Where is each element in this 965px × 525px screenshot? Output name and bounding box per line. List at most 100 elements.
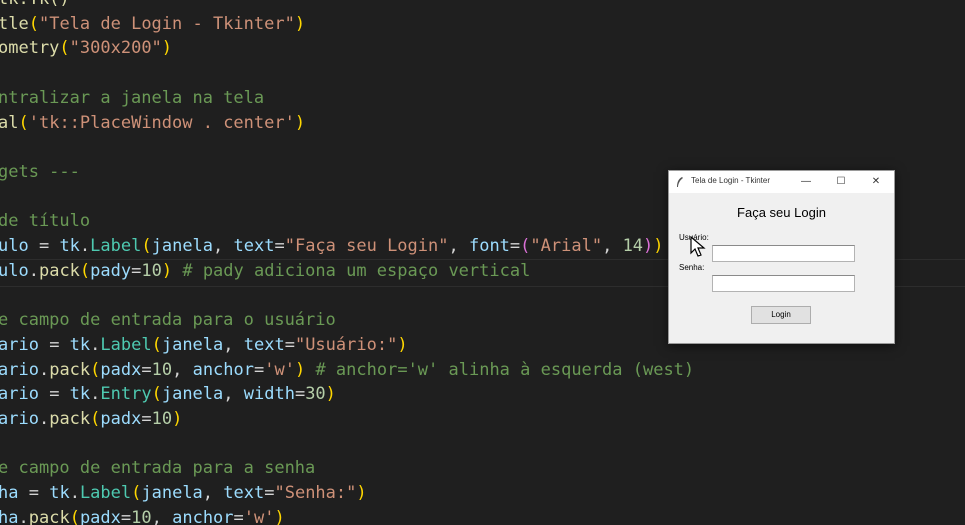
code-token: ( [28, 13, 39, 34]
code-token: = [141, 408, 152, 429]
code-token: ( [141, 236, 152, 256]
code-token: ) [161, 260, 173, 281]
code-token: e campo de entrada para a senha [0, 458, 316, 479]
code-token: Entry [100, 384, 152, 405]
code-token: 'w' [264, 359, 295, 380]
code-token: ( [69, 507, 80, 525]
code-token: e campo de entrada para o usuário [0, 310, 336, 331]
code-token: = [38, 334, 70, 355]
code-token: ulo [0, 260, 29, 281]
minimize-icon[interactable]: — [798, 174, 814, 190]
code-token: ometry [0, 38, 60, 59]
code-token: ( [90, 408, 101, 429]
code-token: tk [69, 334, 91, 355]
code-token: ( [79, 260, 91, 281]
code-token: anchor [172, 507, 234, 525]
code-token: 'tk::PlaceWindow . center' [28, 112, 295, 133]
code-token: "Tela de Login - Tkinter" [38, 13, 295, 34]
code-token: ( [151, 384, 162, 405]
code-token: "Usuário:" [294, 334, 398, 355]
code-token: ario [0, 384, 39, 405]
code-line: tk.Tk() [0, 0, 70, 12]
code-token: = [28, 236, 60, 256]
code-token: . [28, 260, 39, 281]
code-line: al('tk::PlaceWindow . center') [0, 111, 305, 136]
code-token: text [243, 334, 285, 355]
code-token: ) [274, 507, 285, 525]
code-token: "Arial" [530, 236, 603, 256]
code-token: = [294, 384, 306, 405]
code-token: = [38, 384, 70, 405]
code-token: . [18, 507, 29, 525]
code-token: ario [0, 334, 39, 355]
code-token: # anchor='w' alinha à esquerda (west) [305, 359, 695, 380]
code-token: ( [520, 236, 531, 256]
code-token: 10 [141, 260, 162, 281]
code-line: ometry("300x200") [0, 36, 172, 61]
code-token: ha [0, 507, 19, 525]
code-token: . [69, 483, 80, 503]
password-entry[interactable] [712, 275, 855, 292]
code-token: "Faça seu Login" [284, 236, 449, 256]
code-line: ulo = tk.Label(janela, text="Faça seu Lo… [0, 234, 664, 259]
code-line: de título [0, 209, 90, 234]
code-token: , [448, 236, 469, 256]
code-token: , [151, 507, 173, 525]
code-line: ario = tk.Label(janela, text="Usuário:") [0, 333, 408, 358]
code-token: "Senha:" [274, 483, 357, 503]
code-line: e campo de entrada para a senha [0, 456, 315, 481]
code-token: 10 [151, 408, 173, 429]
code-token: # pady adiciona um espaço vertical [172, 260, 531, 281]
code-token: , [602, 236, 623, 256]
login-button[interactable]: Login [751, 306, 811, 324]
code-token: janela [161, 384, 224, 405]
code-token: ) [294, 112, 306, 133]
code-token: . [38, 359, 50, 380]
code-token: Label [90, 236, 142, 256]
code-token: pady [90, 260, 132, 281]
code-line: ha = tk.Label(janela, text="Senha:") [0, 481, 367, 506]
code-token: pack [28, 507, 70, 525]
maximize-icon[interactable]: ☐ [833, 174, 849, 190]
code-token: . [38, 408, 50, 429]
code-token: tk [59, 236, 80, 256]
code-token: ) [294, 13, 306, 34]
close-icon[interactable]: ✕ [868, 174, 884, 190]
code-token: tk.Tk() [0, 0, 70, 9]
code-token: ntralizar a janela na tela [0, 87, 265, 108]
password-label: Senha: [679, 263, 705, 272]
code-token: = [509, 236, 521, 256]
code-token: text [223, 483, 265, 503]
code-token: ( [18, 112, 29, 133]
code-token: ( [90, 359, 101, 380]
code-token: padx [100, 359, 142, 380]
code-token: ) [643, 236, 654, 256]
code-token: 10 [151, 359, 173, 380]
code-token: ) [653, 236, 664, 256]
code-token: ulo [0, 236, 29, 256]
window-titlebar[interactable]: Tela de Login - Tkinter — ☐ ✕ [669, 171, 894, 193]
code-token: = [264, 483, 275, 503]
code-token: padx [79, 507, 121, 525]
code-token: = [141, 359, 152, 380]
code-token: janela [161, 334, 224, 355]
code-token: = [233, 507, 244, 525]
code-token: al [0, 112, 19, 133]
code-line: ario.pack(padx=10, anchor='w') # anchor=… [0, 358, 694, 383]
code-token: 14 [622, 236, 644, 256]
code-token: ( [59, 38, 70, 59]
code-token: ario [0, 408, 39, 429]
code-token: pack [49, 359, 91, 380]
user-entry[interactable] [712, 245, 855, 262]
code-token: = [18, 483, 50, 503]
code-token: . [90, 334, 101, 355]
code-token: tk [49, 483, 70, 503]
code-token: ( [151, 334, 162, 355]
code-line: ulo.pack(pady=10) # pady adiciona um esp… [0, 259, 530, 284]
code-token: , [223, 334, 244, 355]
code-line: ntralizar a janela na tela [0, 86, 264, 111]
code-token: . [79, 236, 91, 256]
code-token: . [90, 384, 101, 405]
window-title: Tela de Login - Tkinter [691, 176, 771, 185]
code-token: width [243, 384, 295, 405]
